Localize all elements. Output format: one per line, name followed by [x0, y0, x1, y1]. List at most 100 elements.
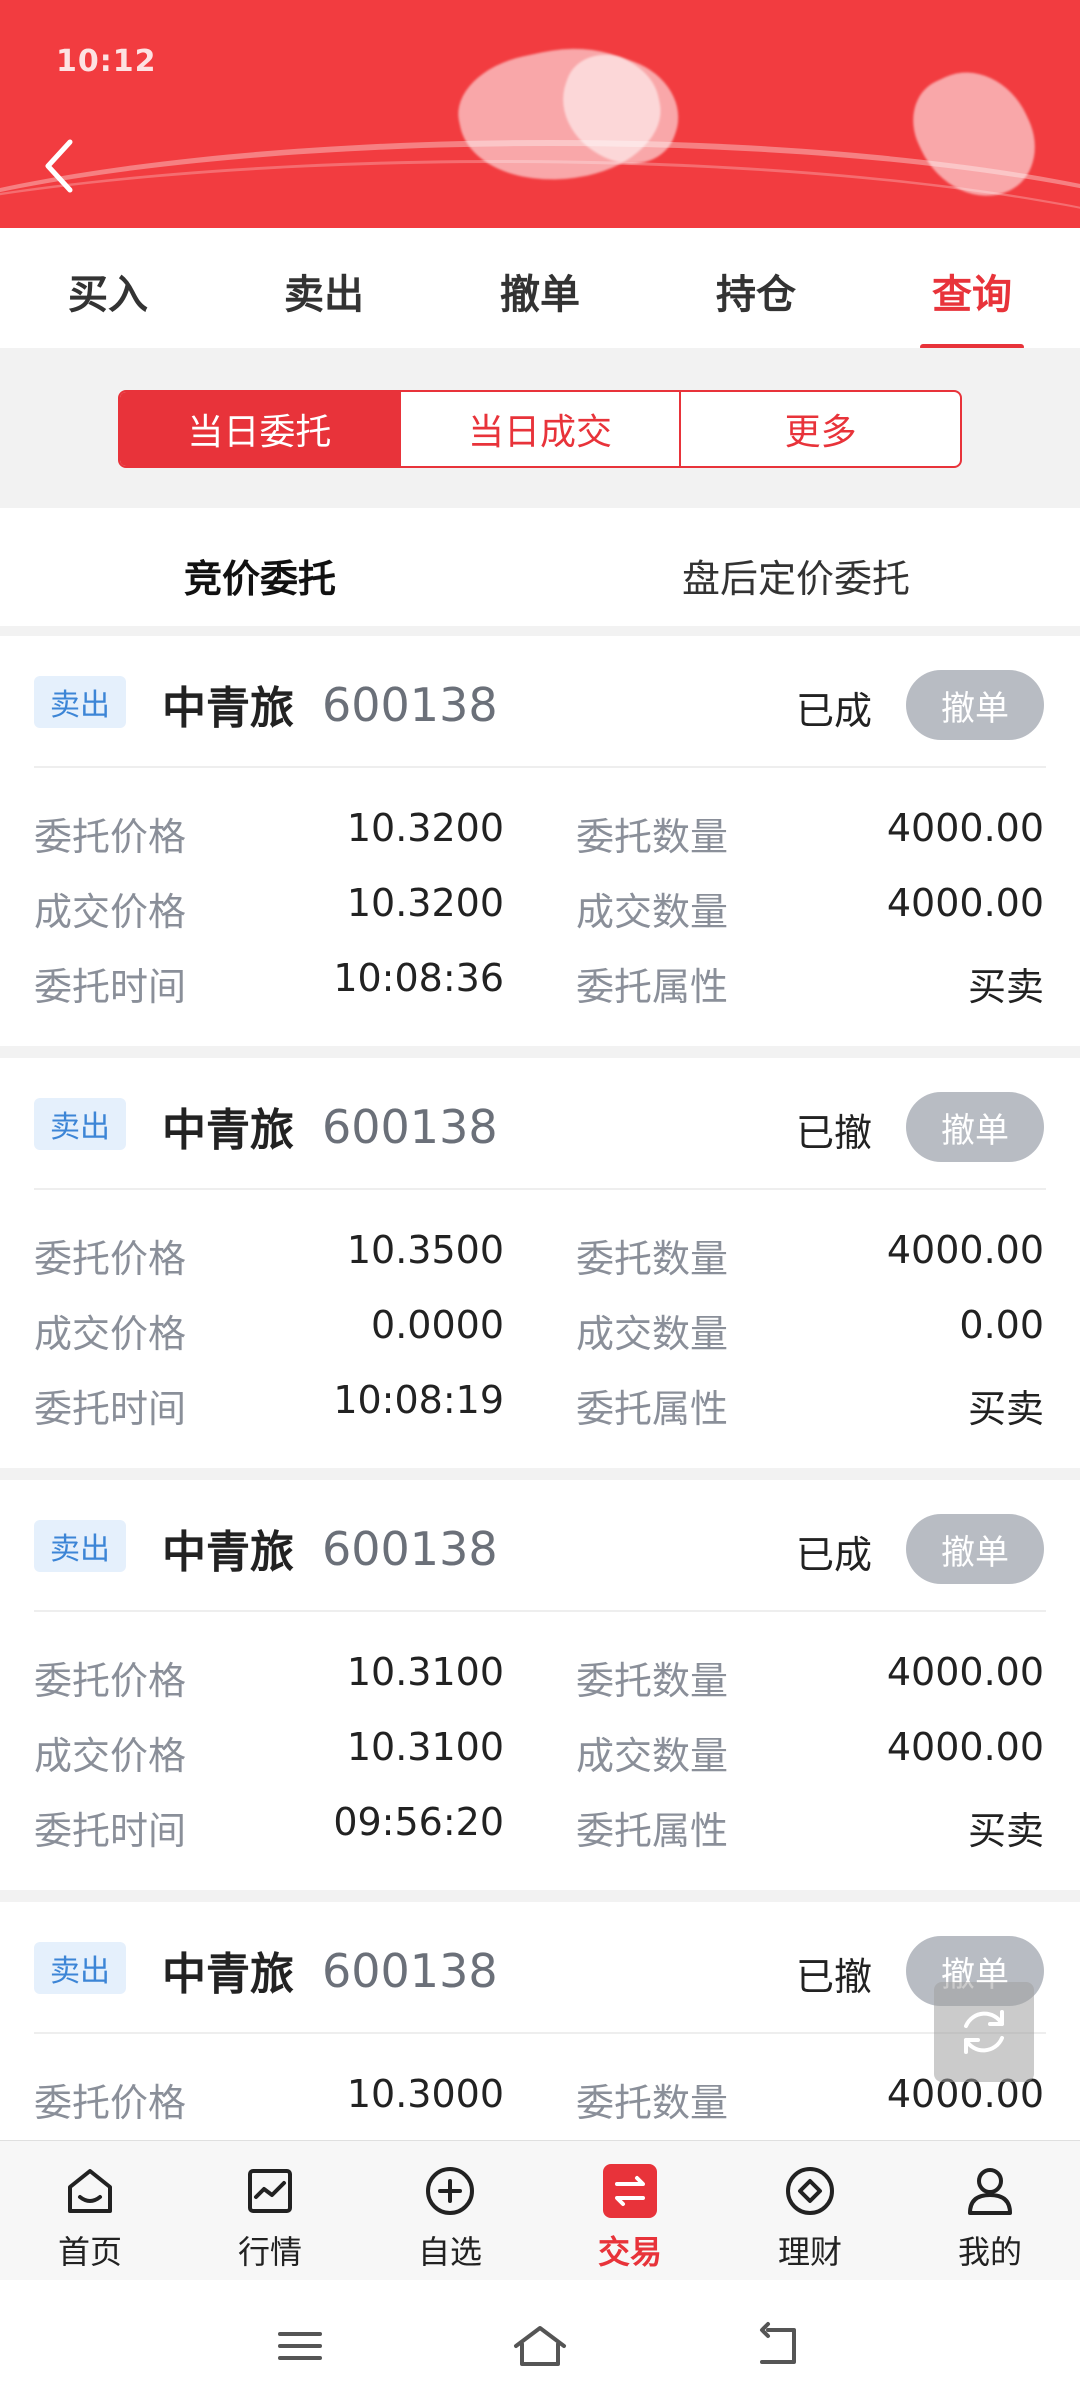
side-badge: 卖出: [34, 1520, 126, 1572]
order-time-label: 委托时间: [34, 1387, 187, 1431]
stock-code: 600138: [322, 1522, 498, 1576]
deal-price-label: 成交价格: [34, 1312, 187, 1356]
exchange-icon: [600, 2161, 660, 2221]
deal-qty-value: 0.00: [959, 1303, 1044, 1347]
deal-qty-value: 4000.00: [886, 1725, 1044, 1769]
stock-name: 中青旅: [162, 683, 294, 734]
deal-qty-value: 4000.00: [886, 881, 1044, 925]
nav-home[interactable]: 首页: [0, 2141, 180, 2280]
nav-label: 我的: [957, 2233, 1022, 2271]
deal-price-label: 成交价格: [34, 1734, 187, 1778]
trade-tabs: 买入 卖出 撤单 持仓 查询: [0, 228, 1080, 350]
stock-name: 中青旅: [162, 1527, 294, 1578]
order-time-value: 09:56:20: [333, 1800, 504, 1844]
diamond-icon: [780, 2161, 840, 2221]
tab-query[interactable]: 查询: [864, 256, 1080, 350]
deal-price-value: 0.0000: [371, 1303, 504, 1347]
order-price-value: 10.3500: [346, 1228, 504, 1272]
order-qty-label: 委托数量: [576, 1659, 729, 1703]
order-attr-value: 买卖: [967, 965, 1044, 1009]
tab-buy[interactable]: 买入: [0, 256, 216, 320]
order-price-value: 10.3000: [346, 2072, 504, 2116]
order-price-label: 委托价格: [34, 2081, 187, 2125]
order-time-label: 委托时间: [34, 1809, 187, 1853]
order-attr-value: 买卖: [967, 1809, 1044, 1853]
nav-label: 理财: [777, 2233, 842, 2271]
tab-cancel[interactable]: 撤单: [432, 256, 648, 320]
order-price-value: 10.3200: [346, 806, 504, 850]
order-price-label: 委托价格: [34, 1659, 187, 1703]
side-badge: 卖出: [34, 1942, 126, 1994]
nav-label: 行情: [237, 2233, 302, 2271]
divider: [34, 1188, 1046, 1190]
order-time-value: 10:08:19: [333, 1378, 504, 1422]
nav-watchlist[interactable]: 自选: [360, 2141, 540, 2280]
order-time-label: 委托时间: [34, 965, 187, 1009]
plus-circle-icon: [420, 2161, 480, 2221]
stock-name: 中青旅: [162, 1949, 294, 2000]
order-card: 卖出 中青旅 600138 已成 撤单 委托价格 10.3100 委托数量 40…: [0, 1480, 1080, 1890]
subtab-after-hours-orders[interactable]: 盘后定价委托: [682, 548, 910, 603]
order-attr-label: 委托属性: [576, 1809, 729, 1853]
order-time-value: 10:08:36: [333, 956, 504, 1000]
order-status: 已撤: [796, 1111, 873, 1155]
subtab-auction-orders[interactable]: 竞价委托: [184, 548, 337, 664]
order-qty-value: 4000.00: [886, 1650, 1044, 1694]
home-icon[interactable]: [510, 2316, 570, 2376]
order-status: 已撤: [796, 1955, 873, 1999]
divider: [34, 1610, 1046, 1612]
sub-tabs: 竞价委托 盘后定价委托: [0, 508, 1080, 664]
order-card: 卖出 中青旅 600138 已撤 撤单 委托价格 10.3500 委托数量 40…: [0, 1058, 1080, 1468]
nav-label: 交易: [597, 2233, 662, 2271]
tab-position[interactable]: 持仓: [648, 256, 864, 320]
nav-label: 首页: [57, 2233, 122, 2271]
bottom-nav: 首页 行情 自选 交易 理财 我的: [0, 2140, 1080, 2280]
home-icon: [60, 2161, 120, 2221]
subtab-label: 竞价委托: [184, 557, 337, 601]
chart-icon: [240, 2161, 300, 2221]
order-status: 已成: [796, 1533, 873, 1577]
stock-code: 600138: [322, 678, 498, 732]
order-qty-label: 委托数量: [576, 1237, 729, 1281]
system-nav-bar: [0, 2280, 1080, 2408]
stock-name: 中青旅: [162, 1105, 294, 1156]
segment-more[interactable]: 更多: [679, 392, 960, 466]
refresh-icon: [964, 2010, 1004, 2054]
divider: [34, 766, 1046, 768]
deal-price-label: 成交价格: [34, 890, 187, 934]
order-price-value: 10.3100: [346, 1650, 504, 1694]
order-qty-value: 4000.00: [886, 1228, 1044, 1272]
nav-mine[interactable]: 我的: [900, 2141, 1080, 2280]
status-time: 10:12: [56, 44, 157, 79]
nav-trade[interactable]: 交易: [540, 2141, 720, 2280]
deal-qty-label: 成交数量: [576, 1312, 729, 1356]
header-banner: 10:12: [0, 0, 1080, 228]
segment-today-orders[interactable]: 当日委托: [120, 392, 399, 466]
stock-code: 600138: [322, 1100, 498, 1154]
segment-control: 当日委托 当日成交 更多: [118, 390, 962, 468]
nav-wealth[interactable]: 理财: [720, 2141, 900, 2280]
back-icon[interactable]: [750, 2316, 810, 2376]
divider: [34, 2032, 1046, 2034]
cancel-order-button[interactable]: 撤单: [906, 1092, 1044, 1162]
nav-label: 自选: [417, 2233, 482, 2271]
order-qty-label: 委托数量: [576, 2081, 729, 2125]
deal-price-value: 10.3200: [346, 881, 504, 925]
segment-today-deals[interactable]: 当日成交: [398, 392, 680, 466]
menu-icon[interactable]: [270, 2316, 330, 2376]
segment-area: 当日委托 当日成交 更多: [0, 348, 1080, 508]
order-card: 卖出 中青旅 600138 已成 撤单 委托价格 10.3200 委托数量 40…: [0, 636, 1080, 1046]
nav-market[interactable]: 行情: [180, 2141, 360, 2280]
cancel-order-button[interactable]: 撤单: [906, 1514, 1044, 1584]
refresh-button[interactable]: [934, 1982, 1034, 2082]
cancel-order-button[interactable]: 撤单: [906, 670, 1044, 740]
order-attr-label: 委托属性: [576, 1387, 729, 1431]
order-status: 已成: [796, 689, 873, 733]
order-qty-value: 4000.00: [886, 806, 1044, 850]
deal-qty-label: 成交数量: [576, 890, 729, 934]
tab-sell[interactable]: 卖出: [216, 256, 432, 320]
order-qty-label: 委托数量: [576, 815, 729, 859]
order-attr-value: 买卖: [967, 1387, 1044, 1431]
back-icon[interactable]: [40, 136, 80, 196]
deal-qty-label: 成交数量: [576, 1734, 729, 1778]
